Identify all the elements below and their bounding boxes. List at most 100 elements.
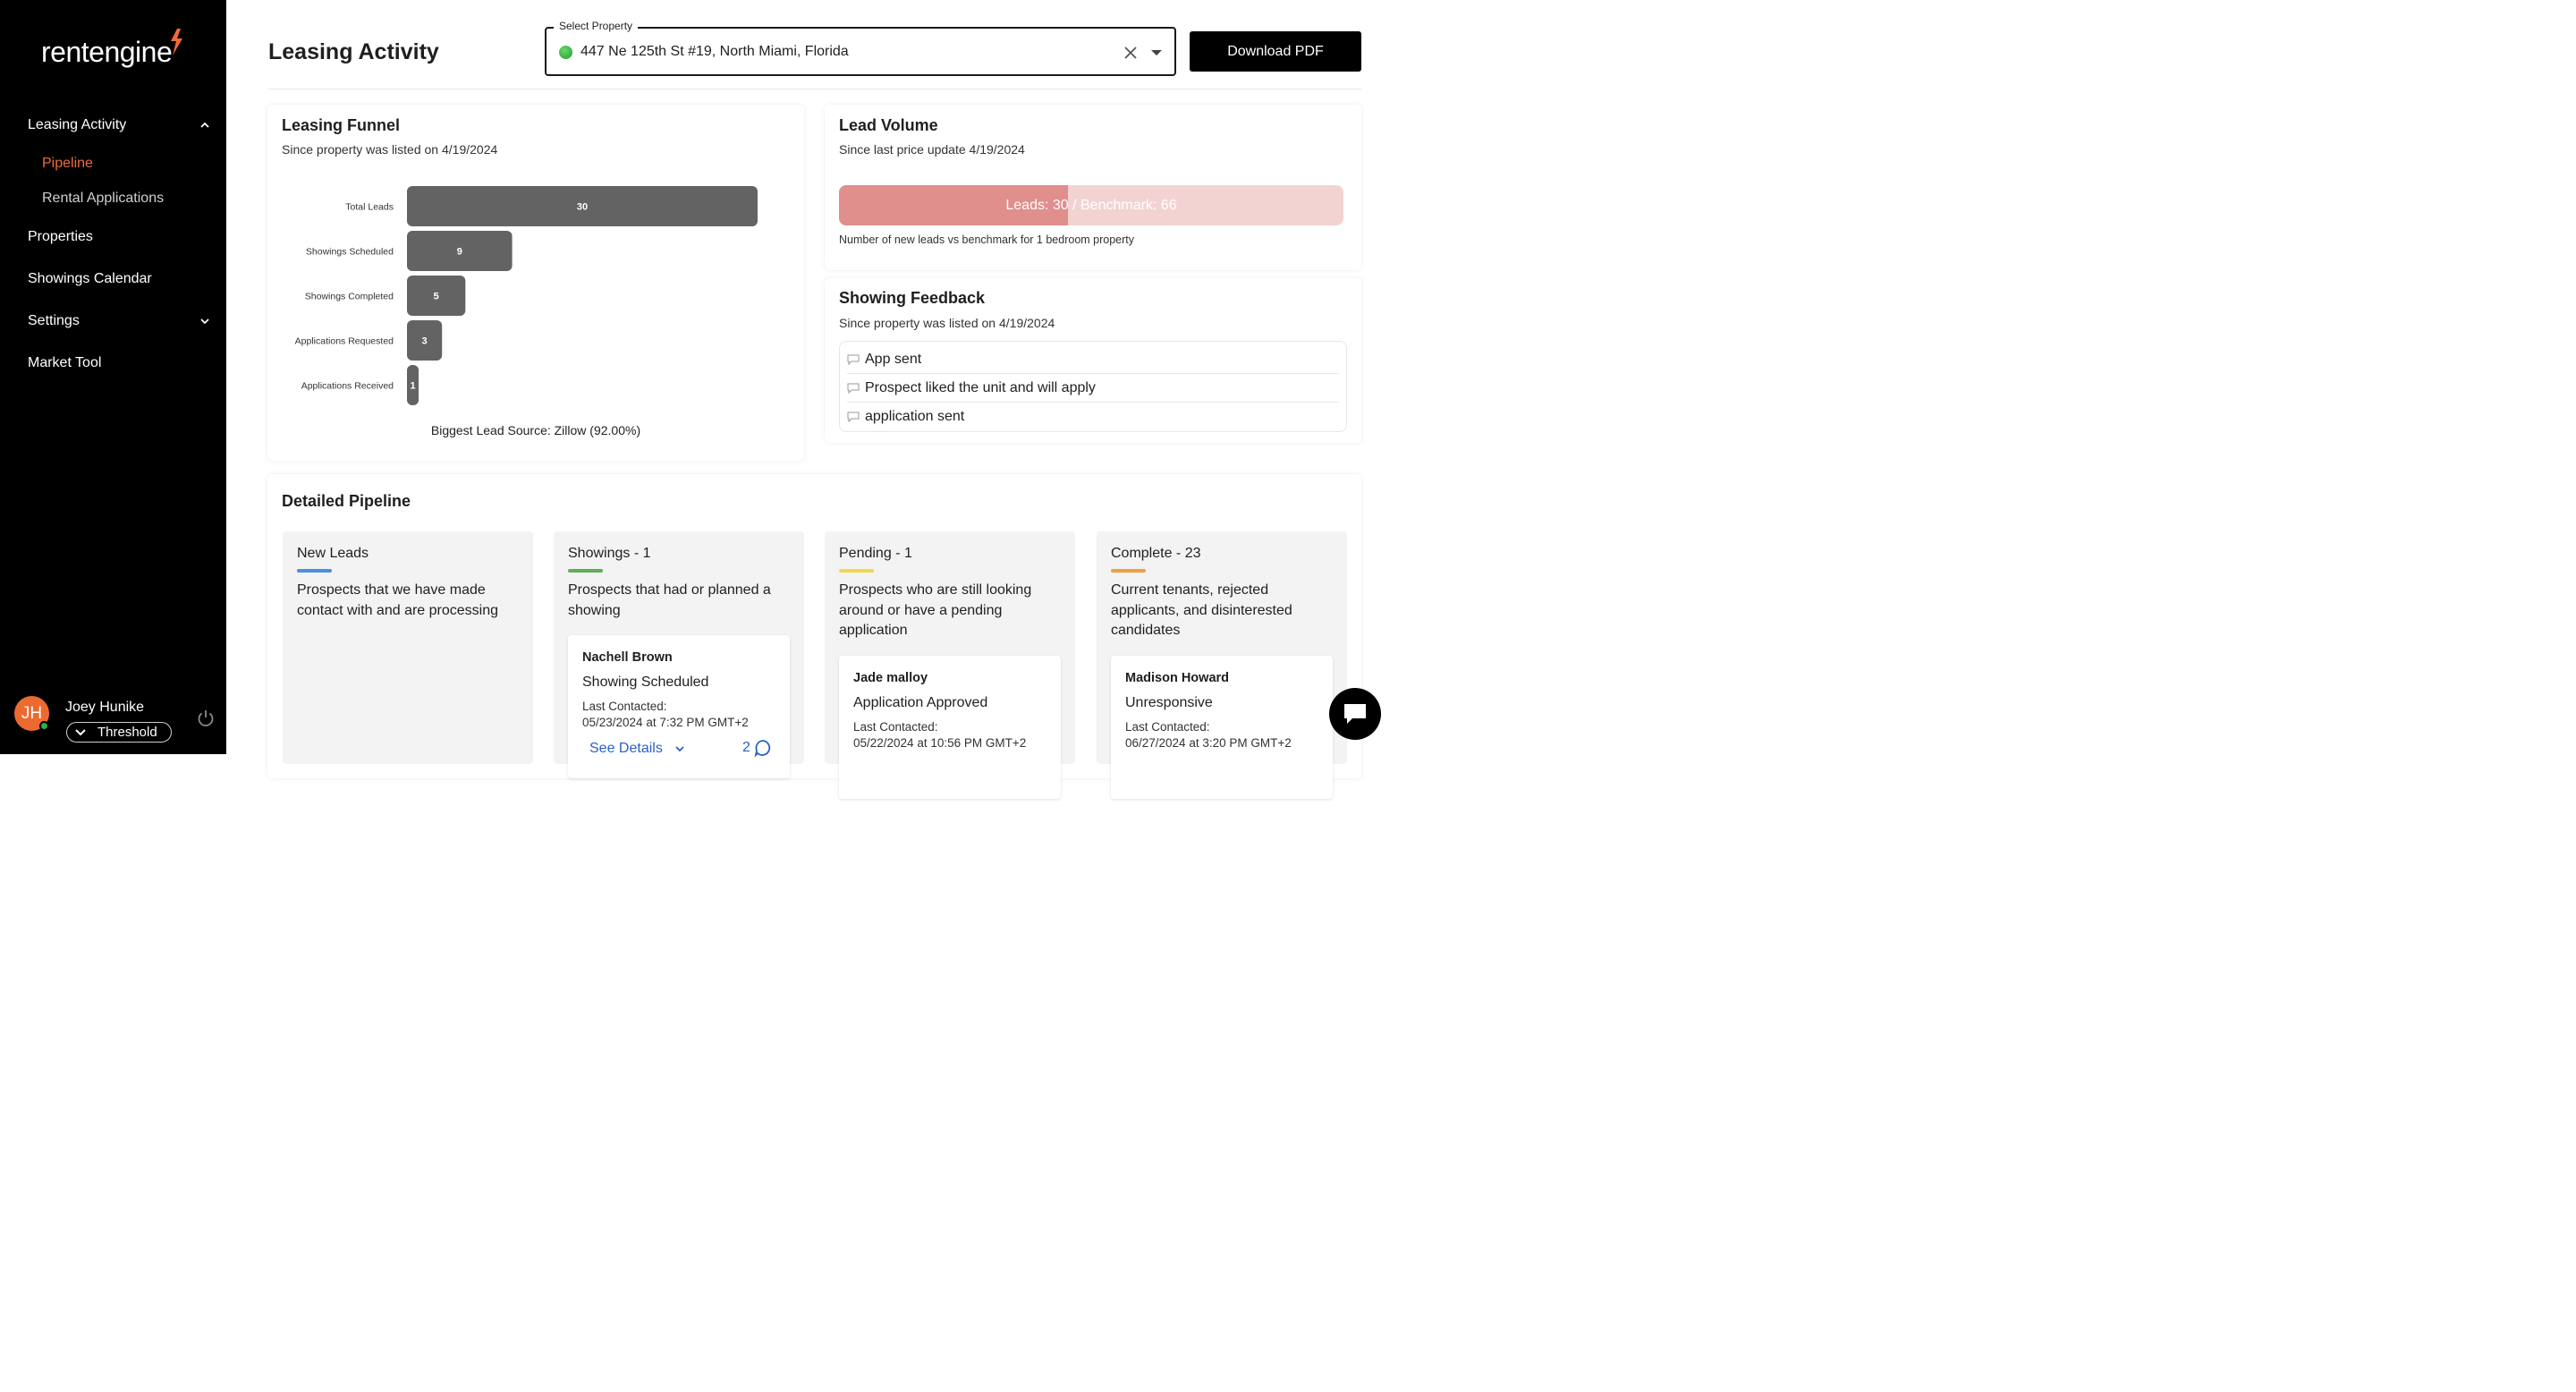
- funnel-bar-value: 1: [410, 381, 415, 392]
- sidebar-item-properties[interactable]: Properties: [28, 229, 210, 245]
- sidebar-item-label: Leasing Activity: [28, 117, 127, 132]
- rentengine-logo[interactable]: rentengine: [41, 29, 183, 75]
- chevron-down-icon: [75, 728, 86, 735]
- message-count: 2: [742, 740, 750, 755]
- sidebar-item-label: Settings: [28, 313, 80, 328]
- card-title: Showing Feedback: [839, 289, 986, 307]
- sidebar-item-leasing-activity[interactable]: Leasing Activity: [28, 117, 210, 133]
- column-color-bar: [297, 569, 332, 573]
- message-count-button[interactable]: 2: [742, 739, 772, 757]
- download-pdf-button[interactable]: Download PDF: [1190, 31, 1361, 72]
- card-subtitle: Since property was listed on 4/19/2024: [839, 316, 1055, 330]
- sidebar-item-showings-calendar[interactable]: Showings Calendar: [28, 271, 210, 287]
- funnel-bar-value: 3: [422, 336, 428, 347]
- speech-bubble-icon: [847, 354, 860, 365]
- chevron-down-icon: [675, 746, 684, 752]
- last-contacted-label: Last Contacted:: [1125, 720, 1210, 734]
- sidebar-item-settings[interactable]: Settings: [28, 313, 210, 329]
- funnel-category-label: Total Leads: [345, 202, 394, 213]
- online-status-indicator: [39, 721, 49, 731]
- feedback-item: App sent: [847, 345, 1339, 374]
- sidebar-item-market-tool[interactable]: Market Tool: [28, 355, 210, 371]
- support-chat-button[interactable]: [1329, 688, 1381, 740]
- funnel-category-label: Applications Received: [301, 381, 394, 392]
- feedback-list: App sent Prospect liked the unit and wil…: [839, 341, 1347, 432]
- see-details-label: See Details: [589, 741, 663, 756]
- column-description: Prospects that we have made contact with…: [297, 582, 499, 618]
- download-pdf-label: Download PDF: [1227, 43, 1324, 59]
- sidebar: rentengine Leasing Activity Pipeline Ren…: [0, 0, 226, 754]
- last-contacted-label: Last Contacted:: [853, 720, 938, 734]
- avatar-initials: JH: [21, 703, 43, 723]
- column-title: Complete - 23: [1111, 546, 1201, 561]
- column-description: Current tenants, rejected applicants, an…: [1111, 582, 1292, 638]
- sidebar-item-label: Properties: [28, 229, 93, 244]
- green-circle-icon: [559, 46, 572, 59]
- column-title: Showings - 1: [568, 546, 651, 561]
- leasing-funnel-card: Leasing Funnel Since property was listed…: [267, 105, 804, 461]
- lead-card[interactable]: Madison Howard Unresponsive Last Contact…: [1111, 656, 1333, 799]
- lead-card[interactable]: Jade malloy Application Approved Last Co…: [839, 656, 1061, 799]
- logout-icon[interactable]: [196, 709, 216, 728]
- lead-volume-bar: Leads: 30 / Benchmark: 66: [839, 185, 1343, 225]
- see-details-button[interactable]: See Details: [589, 741, 684, 757]
- lead-volume-note: Number of new leads vs benchmark for 1 b…: [839, 233, 1135, 246]
- sidebar-item-label: Rental Applications: [42, 191, 165, 206]
- caret-down-icon[interactable]: [1151, 50, 1162, 55]
- column-color-bar: [1111, 569, 1146, 573]
- lead-volume-text: Leads: 30 / Benchmark: 66: [1005, 198, 1177, 213]
- feedback-item: Prospect liked the unit and will apply: [847, 374, 1339, 403]
- lead-source-text: Biggest Lead Source: Zillow (92.00%): [430, 423, 641, 437]
- feedback-text: application sent: [865, 409, 965, 424]
- user-profile: JH Joey Hunike Threshold: [14, 696, 220, 746]
- page-title: Leasing Activity: [268, 39, 439, 64]
- chevron-up-icon: [200, 122, 209, 128]
- card-title: Lead Volume: [839, 116, 938, 134]
- user-name: Joey Hunike: [65, 700, 145, 715]
- feedback-text: Prospect liked the unit and will apply: [865, 379, 1096, 395]
- last-contacted-date: 06/27/2024 at 3:20 PM GMT+2: [1125, 736, 1292, 750]
- lead-volume-card: Lead Volume Since last price update 4/19…: [825, 105, 1361, 270]
- card-subtitle: Since last price update 4/19/2024: [839, 142, 1025, 157]
- funnel-bar-value: 5: [434, 292, 439, 302]
- property-select-value: 447 Ne 125th St #19, North Miami, Florid…: [580, 44, 849, 59]
- property-select[interactable]: Select Property 447 Ne 125th St #19, Nor…: [545, 20, 1176, 76]
- pipeline-column-new-leads: New Leads Prospects that we have made co…: [283, 531, 533, 764]
- funnel-chart: Total Leads 30 Showings Scheduled 9 Showings…: [295, 186, 758, 405]
- lead-status: Showing Scheduled: [582, 675, 709, 690]
- team-selector[interactable]: Threshold: [66, 722, 172, 743]
- feedback-text: App sent: [865, 351, 922, 367]
- column-color-bar: [568, 569, 603, 573]
- lead-name: Madison Howard: [1125, 671, 1230, 685]
- funnel-category-label: Applications Requested: [295, 336, 394, 347]
- team-name: Threshold: [97, 725, 157, 740]
- lead-status: Application Approved: [853, 695, 988, 710]
- card-title: Detailed Pipeline: [282, 492, 411, 510]
- chat-icon: [754, 740, 771, 757]
- chat-icon: [1344, 704, 1366, 724]
- lead-card[interactable]: Nachell Brown Showing Scheduled Last Con…: [568, 635, 790, 778]
- last-contacted-date: 05/23/2024 at 7:32 PM GMT+2: [582, 716, 749, 729]
- pipeline-column-pending: Pending - 1 Prospects who are still look…: [825, 531, 1075, 799]
- column-title: New Leads: [297, 546, 369, 561]
- chevron-down-icon: [200, 318, 209, 325]
- funnel-category-label: Showings Scheduled: [306, 247, 394, 258]
- sidebar-item-label: Pipeline: [42, 156, 93, 171]
- sidebar-item-label: Market Tool: [28, 355, 102, 370]
- funnel-bar-value: 30: [577, 202, 588, 213]
- lead-status: Unresponsive: [1125, 695, 1213, 710]
- sidebar-item-rental-applications[interactable]: Rental Applications: [42, 191, 164, 207]
- last-contacted-label: Last Contacted:: [582, 700, 667, 713]
- column-title: Pending - 1: [839, 546, 912, 561]
- pipeline-column-showings: Showings - 1 Prospects that had or plann…: [554, 531, 804, 778]
- last-contacted-date: 05/22/2024 at 10:56 PM GMT+2: [853, 736, 1027, 750]
- logo-text: rentengine: [41, 36, 173, 68]
- column-description: Prospects that had or planned a showing: [568, 582, 771, 618]
- speech-bubble-icon: [847, 383, 860, 394]
- bolt-icon: [171, 29, 183, 55]
- pipeline-column-complete: Complete - 23 Current tenants, rejected …: [1097, 531, 1347, 799]
- sidebar-item-pipeline[interactable]: Pipeline: [42, 156, 93, 172]
- lead-name: Jade malloy: [853, 671, 928, 685]
- clear-icon[interactable]: [1123, 45, 1139, 61]
- property-select-label: Select Property: [554, 20, 639, 32]
